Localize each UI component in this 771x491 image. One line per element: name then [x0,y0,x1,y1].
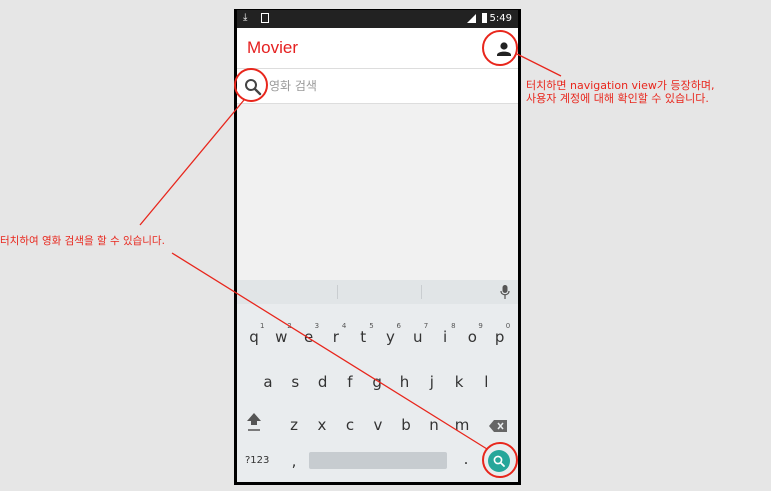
account-annotation-line: 터치하면 navigation view가 등장하며, [526,79,715,92]
go-highlight-circle [482,442,518,478]
account-pointer-line [516,53,562,77]
account-highlight-circle [482,30,518,66]
search-pointer-line [139,99,245,226]
search-annotation: 터치하여 영화 검색을 할 수 있습니다. [0,235,165,247]
account-annotation-line: 사용자 계정에 대해 확인할 수 있습니다. [526,92,709,105]
go-pointer-line [171,252,488,450]
search-highlight-circle [234,68,268,102]
account-annotation: 터치하면 navigation view가 등장하며, 사용자 계정에 대해 확… [526,79,714,105]
